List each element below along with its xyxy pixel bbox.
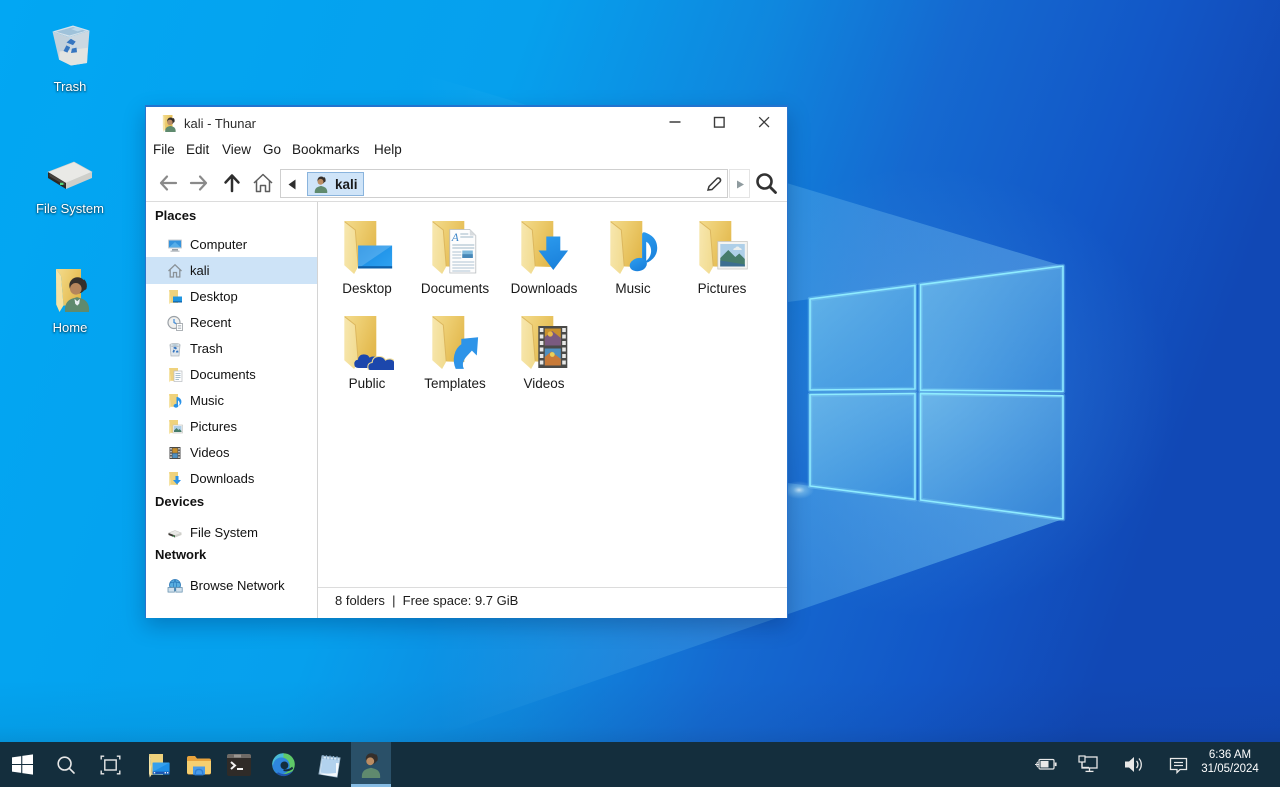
svg-text:A: A — [451, 232, 460, 244]
